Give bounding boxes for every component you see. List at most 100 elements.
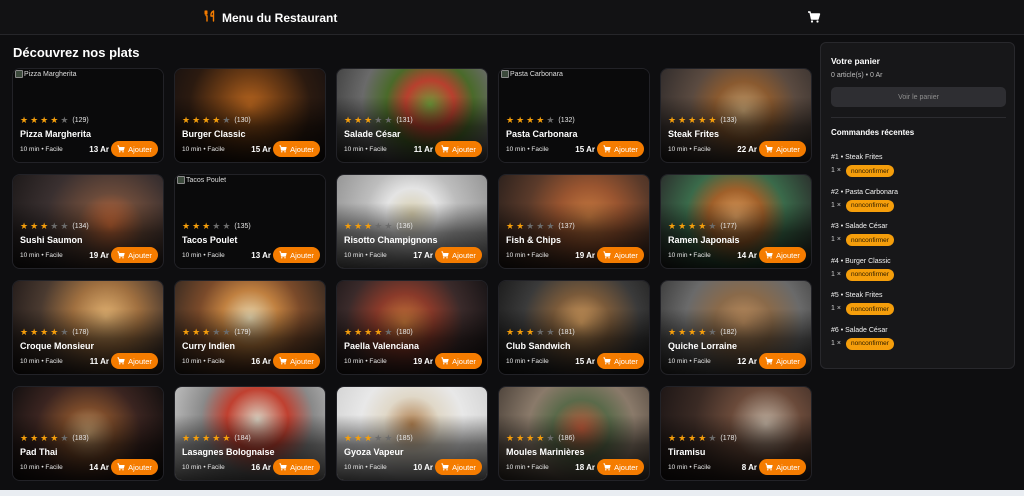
add-to-cart-button[interactable]: Ajouter — [759, 141, 806, 157]
cart-panel: Votre panier 0 article(s) • 0 Ar Voir le… — [820, 42, 1015, 369]
star-rating: ★ ★ ★ ★ ★ (186) — [506, 434, 575, 443]
dish-meta: 10 min • Facile — [182, 252, 225, 259]
dish-meta: 10 min • Facile — [506, 358, 549, 365]
add-to-cart-button[interactable]: Ajouter — [273, 459, 320, 475]
star-icon: ★ — [40, 115, 49, 125]
dish-name: Pizza Margherita — [20, 129, 92, 139]
dish-card[interactable]: ★ ★ ★ ★ ★ (133) Steak Frites 10 min • Facile 22 … — [660, 68, 812, 163]
add-button-label: Ajouter — [290, 144, 314, 154]
star-icon: ★ — [384, 115, 393, 125]
dish-card[interactable]: ★ ★ ★ ★ ★ (181) Club Sandwich 10 min • Facile 15… — [498, 280, 650, 375]
cart-summary: 0 article(s) • 0 Ar — [831, 72, 883, 79]
star-icon: ★ — [30, 115, 39, 125]
add-button-label: Ajouter — [128, 250, 152, 260]
dish-price: 10 Ar — [413, 463, 433, 472]
add-to-cart-button[interactable]: Ajouter — [597, 459, 644, 475]
add-to-cart-button[interactable]: Ajouter — [759, 459, 806, 475]
add-to-cart-button[interactable]: Ajouter — [111, 353, 158, 369]
dish-card[interactable]: ★ ★ ★ ★ ★ (182) Quiche Lorraine 10 min • Facile… — [660, 280, 812, 375]
star-icon: ★ — [202, 221, 211, 231]
star-icon: ★ — [506, 327, 515, 337]
star-icon: ★ — [50, 433, 59, 443]
star-icon: ★ — [678, 327, 687, 337]
dish-card[interactable]: ★ ★ ★ ★ ★ (178) Croque Monsieur 10 min • Facile… — [12, 280, 164, 375]
add-to-cart-button[interactable]: Ajouter — [597, 141, 644, 157]
dish-card[interactable]: ★ ★ ★ ★ ★ (186) Moules Marinières 10 min • Faci… — [498, 386, 650, 481]
star-icon: ★ — [364, 115, 373, 125]
review-count: (137) — [558, 223, 575, 230]
dish-card[interactable]: ★ ★ ★ ★ ★ (137) Fish & Chips 10 min • Facile 19 … — [498, 174, 650, 269]
cart-icon — [279, 463, 287, 471]
dish-price: 18 Ar — [575, 463, 595, 472]
order-label: #3 • Salade César — [831, 223, 888, 230]
add-to-cart-button[interactable]: Ajouter — [273, 247, 320, 263]
dish-card[interactable]: ★ ★ ★ ★ ★ (131) Salade César 10 min • Facile 11 … — [336, 68, 488, 163]
dish-card[interactable]: ★ ★ ★ ★ ★ (130) Burger Classic 10 min • Facile 1… — [174, 68, 326, 163]
add-button-label: Ajouter — [128, 462, 152, 472]
order-qty: 1 × — [831, 270, 841, 278]
add-to-cart-button[interactable]: Ajouter — [759, 247, 806, 263]
dish-card[interactable]: Pasta Carbonara ★ ★ ★ ★ ★ (132) Pasta Carbonara… — [498, 68, 650, 163]
star-icon: ★ — [344, 433, 353, 443]
review-count: (183) — [72, 435, 89, 442]
add-to-cart-button[interactable]: Ajouter — [111, 247, 158, 263]
add-to-cart-button[interactable]: Ajouter — [597, 353, 644, 369]
star-icon: ★ — [526, 433, 535, 443]
add-to-cart-button[interactable]: Ajouter — [273, 353, 320, 369]
add-to-cart-button[interactable]: Ajouter — [435, 459, 482, 475]
star-icon: ★ — [202, 115, 211, 125]
dish-card[interactable]: ★ ★ ★ ★ ★ (136) Risotto Champignons 10 min • Fa… — [336, 174, 488, 269]
star-icon: ★ — [374, 433, 383, 443]
star-icon: ★ — [222, 327, 231, 337]
app-title: Menu du Restaurant — [222, 11, 338, 25]
star-icon: ★ — [506, 221, 515, 231]
dish-card[interactable]: ★ ★ ★ ★ ★ (179) Curry Indien 10 min • Facile 16 … — [174, 280, 326, 375]
star-icon: ★ — [526, 327, 535, 337]
dish-card[interactable]: ★ ★ ★ ★ ★ (180) Paella Valenciana 10 min • Faci… — [336, 280, 488, 375]
dish-card[interactable]: ★ ★ ★ ★ ★ (134) Sushi Saumon 10 min • Facile 19 … — [12, 174, 164, 269]
dish-meta: 10 min • Facile — [182, 464, 225, 471]
shopping-cart-icon[interactable] — [807, 10, 821, 24]
dish-name: Quiche Lorraine — [668, 341, 738, 351]
star-icon: ★ — [688, 327, 697, 337]
view-cart-button[interactable]: Voir le panier — [831, 87, 1006, 107]
dish-card[interactable]: Pizza Margherita ★ ★ ★ ★ ★ (129) Pizza Margheri… — [12, 68, 164, 163]
star-icon: ★ — [678, 221, 687, 231]
fork-knife-icon — [204, 9, 216, 27]
brand[interactable]: Menu du Restaurant — [204, 9, 337, 27]
add-to-cart-button[interactable]: Ajouter — [111, 459, 158, 475]
add-to-cart-button[interactable]: Ajouter — [273, 141, 320, 157]
star-icon: ★ — [708, 327, 717, 337]
review-count: (129) — [72, 117, 89, 124]
star-icon: ★ — [202, 433, 211, 443]
status-badge: nonconfirmer — [846, 199, 894, 212]
star-icon: ★ — [698, 221, 707, 231]
dish-card[interactable]: ★ ★ ★ ★ ★ (183) Pad Thai 10 min • Facile 14 Ar Aj… — [12, 386, 164, 481]
add-to-cart-button[interactable]: Ajouter — [435, 353, 482, 369]
add-to-cart-button[interactable]: Ajouter — [111, 141, 158, 157]
dish-price: 13 Ar — [89, 145, 109, 154]
dish-card[interactable]: ★ ★ ★ ★ ★ (177) Ramen Japonais 10 min • Facile 1… — [660, 174, 812, 269]
dish-card[interactable]: Tacos Poulet ★ ★ ★ ★ ★ (135) Tacos Poulet 10 min… — [174, 174, 326, 269]
add-button-label: Ajouter — [452, 144, 476, 154]
star-icon: ★ — [688, 221, 697, 231]
cart-icon — [441, 145, 449, 153]
dish-price: 19 Ar — [413, 357, 433, 366]
star-icon: ★ — [20, 221, 29, 231]
dish-card[interactable]: ★ ★ ★ ★ ★ (178) Tiramisu 10 min • Facile 8 Ar Ajo… — [660, 386, 812, 481]
dish-card[interactable]: ★ ★ ★ ★ ★ (185) Gyoza Vapeur 10 min • Facile 10 … — [336, 386, 488, 481]
star-icon: ★ — [354, 115, 363, 125]
review-count: (182) — [720, 329, 737, 336]
add-to-cart-button[interactable]: Ajouter — [435, 247, 482, 263]
dish-card[interactable]: ★ ★ ★ ★ ★ (184) Lasagnes Bolognaise 10 min • Fa… — [174, 386, 326, 481]
add-to-cart-button[interactable]: Ajouter — [435, 141, 482, 157]
divider — [831, 117, 1006, 118]
dish-name: Tiramisu — [668, 447, 706, 457]
star-icon: ★ — [202, 327, 211, 337]
add-to-cart-button[interactable]: Ajouter — [597, 247, 644, 263]
add-to-cart-button[interactable]: Ajouter — [759, 353, 806, 369]
cart-icon — [603, 145, 611, 153]
order-label: #5 • Steak Frites — [831, 292, 883, 299]
review-count: (179) — [234, 329, 251, 336]
order-label: #6 • Salade César — [831, 326, 888, 334]
